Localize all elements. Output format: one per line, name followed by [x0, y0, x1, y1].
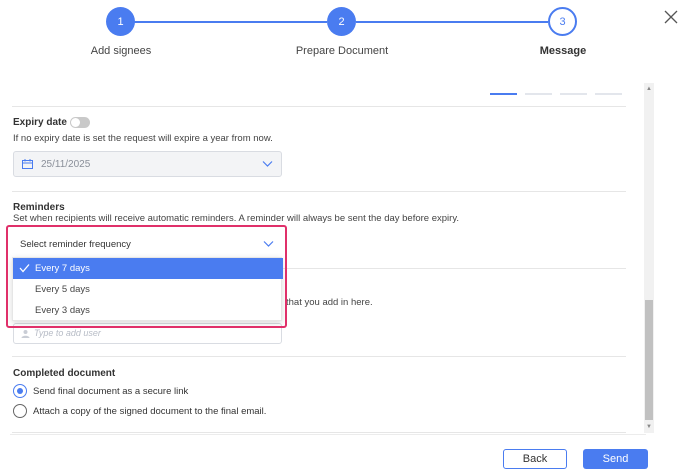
menu-item-label: Every 7 days [35, 263, 90, 274]
add-user-input[interactable]: Type to add user [13, 323, 282, 344]
mini-tab[interactable] [490, 93, 517, 95]
reminders-helper: Set when recipients will receive automat… [13, 213, 459, 224]
checkmark-icon [19, 264, 30, 273]
step-2-circle[interactable]: 2 [327, 7, 356, 36]
expiry-title: Expiry date [13, 117, 67, 128]
reminders-title: Reminders [13, 202, 65, 213]
step-3-circle: 3 [548, 7, 577, 36]
scroll-up-icon[interactable]: ▲ [646, 86, 652, 92]
step-connector [134, 21, 327, 23]
mini-tabs [490, 93, 622, 95]
send-button[interactable]: Send [583, 449, 648, 469]
section-divider [12, 432, 626, 433]
radio-attach-copy[interactable]: Attach a copy of the signed document to … [13, 404, 266, 418]
menu-item-label: Every 3 days [35, 305, 90, 316]
close-button[interactable] [664, 10, 680, 26]
chevron-down-icon [263, 241, 274, 247]
menu-item-label: Every 5 days [35, 284, 90, 295]
menu-item-every-3-days[interactable]: Every 3 days [13, 300, 283, 321]
reminder-select-placeholder: Select reminder frequency [20, 239, 131, 250]
chevron-down-icon [262, 161, 273, 167]
vertical-scrollbar[interactable]: ▲ ▼ [644, 83, 654, 433]
completed-title: Completed document [13, 368, 116, 379]
expiry-helper: If no expiry date is set the request wil… [13, 133, 273, 144]
back-button[interactable]: Back [503, 449, 567, 469]
step-1-label: Add signees [90, 45, 152, 57]
step-2-number: 2 [338, 15, 345, 28]
section-divider [12, 356, 626, 357]
step-connector [356, 21, 548, 23]
footer-divider [10, 434, 646, 435]
scroll-thumb[interactable] [645, 300, 653, 420]
calendar-icon [22, 159, 33, 169]
mini-tab[interactable] [525, 93, 552, 95]
step-3-number: 3 [559, 15, 566, 28]
step-3-label: Message [539, 45, 587, 57]
radio-button[interactable] [13, 384, 27, 398]
expiry-date-value: 25/11/2025 [41, 159, 91, 170]
menu-item-every-5-days[interactable]: Every 5 days [13, 279, 283, 300]
user-icon [21, 330, 30, 338]
cc-helper-text: that you add in here. [286, 297, 373, 308]
progress-stepper: 1 Add signees 2 Prepare Document 3 Messa… [0, 0, 688, 70]
section-divider [12, 106, 626, 107]
menu-item-every-7-days[interactable]: Every 7 days [13, 258, 283, 279]
mini-tab[interactable] [595, 93, 622, 95]
step-1-number: 1 [117, 15, 124, 28]
add-user-placeholder: Type to add user [34, 328, 101, 338]
reminder-frequency-select[interactable]: Select reminder frequency [12, 232, 282, 256]
step-2-label: Prepare Document [295, 45, 389, 57]
radio-button[interactable] [13, 404, 27, 418]
step-1-circle[interactable]: 1 [106, 7, 135, 36]
radio-secure-link[interactable]: Send final document as a secure link [13, 384, 188, 398]
mini-tab[interactable] [560, 93, 587, 95]
reminder-frequency-menu: Every 7 days Every 5 days Every 3 days [12, 257, 283, 321]
expiry-date-field[interactable]: 25/11/2025 [13, 151, 282, 177]
section-divider [12, 191, 626, 192]
radio-label: Attach a copy of the signed document to … [33, 405, 267, 417]
radio-label: Send final document as a secure link [33, 385, 189, 397]
scroll-down-icon[interactable]: ▼ [646, 424, 652, 430]
expiry-toggle[interactable] [70, 117, 90, 128]
close-icon [664, 10, 678, 24]
